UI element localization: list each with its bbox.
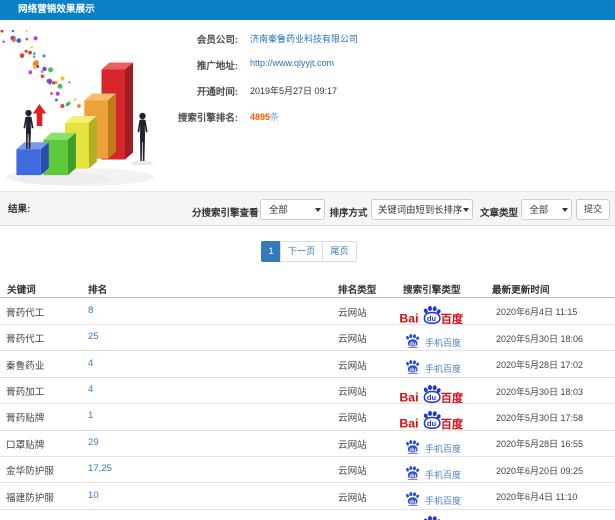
svg-text:Bai: Bai [399,417,418,430]
svg-text:Bai: Bai [399,311,418,324]
svg-text:du: du [409,500,417,506]
svg-text:百度: 百度 [441,312,464,325]
svg-text:du: du [409,447,417,453]
svg-text:du: du [427,419,437,428]
svg-text:du: du [409,341,417,347]
svg-text:du: du [427,393,437,402]
svg-text:百度: 百度 [441,391,464,404]
svg-text:Bai: Bai [399,390,418,403]
svg-text:百度: 百度 [441,417,464,430]
svg-text:du: du [409,368,417,374]
svg-text:du: du [427,314,437,323]
svg-text:du: du [409,473,417,479]
